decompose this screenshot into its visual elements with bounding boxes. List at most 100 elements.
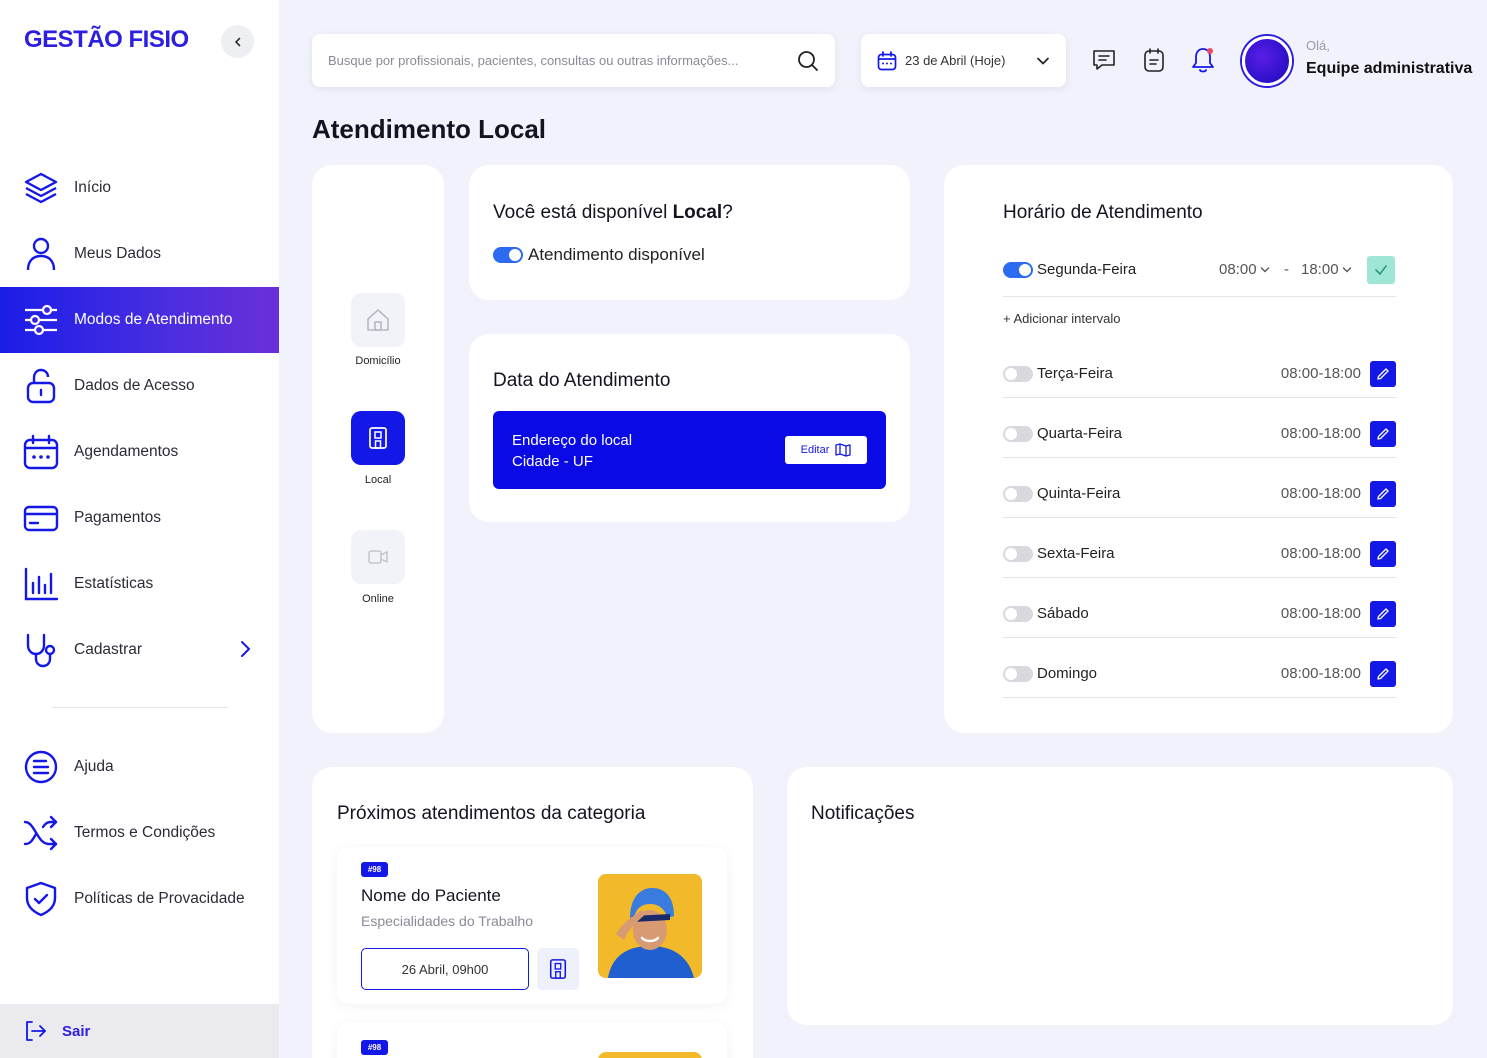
sidebar-item-agendamentos[interactable]: Agendamentos bbox=[0, 419, 279, 485]
calendar-icon bbox=[23, 434, 59, 470]
edit-address-label: Editar bbox=[800, 444, 830, 456]
date-card-title: Data do Atendimento bbox=[493, 370, 671, 391]
address-box: Endereço do local Cidade - UF Editar bbox=[493, 411, 886, 489]
chevron-down-icon bbox=[1037, 57, 1049, 65]
user-name: Equipe administrativa bbox=[1306, 60, 1473, 77]
chat-icon bbox=[1093, 50, 1115, 70]
date-select-value: 23 de Abril (Hoje) bbox=[905, 53, 1006, 68]
sidebar-item-meus-dados[interactable]: Meus Dados bbox=[0, 221, 279, 287]
patient-photo-illustration bbox=[598, 874, 702, 978]
chevron-right-icon bbox=[241, 641, 251, 657]
sidebar-item-label: Estatísticas bbox=[74, 575, 154, 592]
sidebar-item-label: Meus Dados bbox=[74, 245, 162, 262]
day-name: Segunda-Feira bbox=[1037, 261, 1137, 278]
mode-local-button[interactable] bbox=[351, 411, 405, 465]
map-icon bbox=[835, 443, 852, 457]
edit-address-button[interactable]: Editar bbox=[785, 436, 867, 464]
pencil-icon bbox=[1377, 548, 1389, 560]
sidebar-item-ajuda[interactable]: Ajuda bbox=[0, 734, 279, 800]
pencil-icon bbox=[1377, 488, 1389, 500]
schedule-row-terca: Terça-Feira 08:00-18:00 bbox=[1003, 358, 1396, 398]
date-select[interactable]: 23 de Abril (Hoje) bbox=[861, 34, 1066, 87]
agenda-button[interactable] bbox=[1140, 46, 1168, 74]
chevron-left-icon bbox=[234, 37, 240, 46]
appointment-item[interactable]: #98 bbox=[337, 1022, 727, 1058]
time-separator: - bbox=[1284, 261, 1289, 278]
edit-hours-button[interactable] bbox=[1370, 481, 1396, 507]
day-name: Sábado bbox=[1037, 605, 1089, 622]
start-time-select[interactable]: 08:00 bbox=[1219, 261, 1270, 278]
pencil-icon bbox=[1377, 368, 1389, 380]
availability-toggle[interactable] bbox=[493, 247, 523, 263]
day-toggle[interactable] bbox=[1003, 606, 1033, 622]
schedule-title: Horário de Atendimento bbox=[1003, 202, 1203, 223]
upcoming-title: Próximos atendimentos da categoria bbox=[337, 803, 646, 824]
mode-online-label: Online bbox=[362, 593, 394, 605]
appointment-location-button[interactable] bbox=[537, 948, 579, 990]
day-hours: 08:00-18:00 bbox=[1280, 365, 1361, 382]
availability-row: Atendimento disponível bbox=[493, 245, 705, 265]
mode-local-label: Local bbox=[364, 474, 392, 486]
credit-card-icon bbox=[23, 505, 59, 532]
schedule-row-quarta: Quarta-Feira 08:00-18:00 bbox=[1003, 418, 1396, 458]
sidebar: GESTÃO FISIO Início Meus Dados Modos de … bbox=[0, 0, 279, 1058]
shield-check-icon bbox=[25, 881, 57, 917]
day-hours: 08:00-18:00 bbox=[1280, 605, 1361, 622]
edit-hours-button[interactable] bbox=[1370, 421, 1396, 447]
day-name: Sexta-Feira bbox=[1037, 545, 1115, 562]
day-name: Quinta-Feira bbox=[1037, 485, 1121, 502]
confirm-hours-button[interactable] bbox=[1367, 256, 1395, 284]
appointment-datetime-button[interactable]: 26 Abril, 09h00 bbox=[361, 948, 529, 990]
logout-icon bbox=[26, 1021, 46, 1041]
unlock-icon bbox=[26, 368, 56, 404]
schedule-row-quinta: Quinta-Feira 08:00-18:00 bbox=[1003, 478, 1396, 518]
sidebar-item-politicas[interactable]: Políticas de Provacidade bbox=[0, 866, 279, 932]
video-icon bbox=[368, 550, 388, 564]
sidebar-item-pagamentos[interactable]: Pagamentos bbox=[0, 485, 279, 551]
sidebar-item-label: Agendamentos bbox=[74, 443, 179, 460]
appointment-item[interactable]: #98 Nome do Paciente Especialidades do T… bbox=[337, 847, 727, 1004]
search-icon[interactable] bbox=[797, 50, 819, 72]
user-avatar[interactable] bbox=[1242, 36, 1292, 86]
building-icon bbox=[549, 959, 567, 979]
mode-online-button[interactable] bbox=[351, 530, 405, 584]
mode-domicilio-button[interactable] bbox=[351, 293, 405, 347]
sidebar-item-label: Termos e Condições bbox=[74, 824, 216, 841]
edit-hours-button[interactable] bbox=[1370, 541, 1396, 567]
availability-title: Você está disponível Local? bbox=[493, 202, 733, 223]
sidebar-item-label: Ajuda bbox=[74, 758, 114, 775]
notifications-button[interactable] bbox=[1189, 46, 1217, 74]
sliders-icon bbox=[25, 304, 57, 336]
search-input[interactable] bbox=[328, 53, 797, 68]
sidebar-item-cadastrar[interactable]: Cadastrar bbox=[0, 617, 279, 683]
mode-domicilio-label: Domicílio bbox=[355, 355, 401, 367]
day-toggle[interactable] bbox=[1003, 486, 1033, 502]
sidebar-item-inicio[interactable]: Início bbox=[0, 155, 279, 221]
edit-hours-button[interactable] bbox=[1370, 661, 1396, 687]
day-toggle[interactable] bbox=[1003, 366, 1033, 382]
address-line-2: Cidade - UF bbox=[512, 453, 593, 470]
messages-button[interactable] bbox=[1090, 46, 1118, 74]
user-icon bbox=[26, 237, 56, 271]
day-toggle[interactable] bbox=[1003, 426, 1033, 442]
collapse-sidebar-button[interactable] bbox=[221, 25, 254, 58]
day-hours: 08:00-18:00 bbox=[1280, 545, 1361, 562]
bell-icon bbox=[1192, 48, 1214, 73]
pencil-icon bbox=[1377, 608, 1389, 620]
logout-button[interactable]: Sair bbox=[0, 1004, 279, 1058]
sidebar-item-modos-de-atendimento[interactable]: Modos de Atendimento bbox=[0, 287, 279, 353]
day-toggle[interactable] bbox=[1003, 666, 1033, 682]
edit-hours-button[interactable] bbox=[1370, 361, 1396, 387]
patient-name: Nome do Paciente bbox=[361, 886, 501, 905]
sidebar-item-dados-de-acesso[interactable]: Dados de Acesso bbox=[0, 353, 279, 419]
chevron-down-icon bbox=[1260, 266, 1269, 272]
add-interval-link[interactable]: + Adicionar intervalo bbox=[1003, 311, 1120, 326]
end-time-select[interactable]: 18:00 bbox=[1301, 261, 1352, 278]
day-toggle[interactable] bbox=[1003, 262, 1033, 278]
logout-label: Sair bbox=[62, 1022, 91, 1040]
sidebar-item-termos[interactable]: Termos e Condições bbox=[0, 800, 279, 866]
edit-hours-button[interactable] bbox=[1370, 601, 1396, 627]
patient-specialty: Especialidades do Trabalho bbox=[361, 913, 534, 929]
day-toggle[interactable] bbox=[1003, 546, 1033, 562]
sidebar-item-estatisticas[interactable]: Estatísticas bbox=[0, 551, 279, 617]
